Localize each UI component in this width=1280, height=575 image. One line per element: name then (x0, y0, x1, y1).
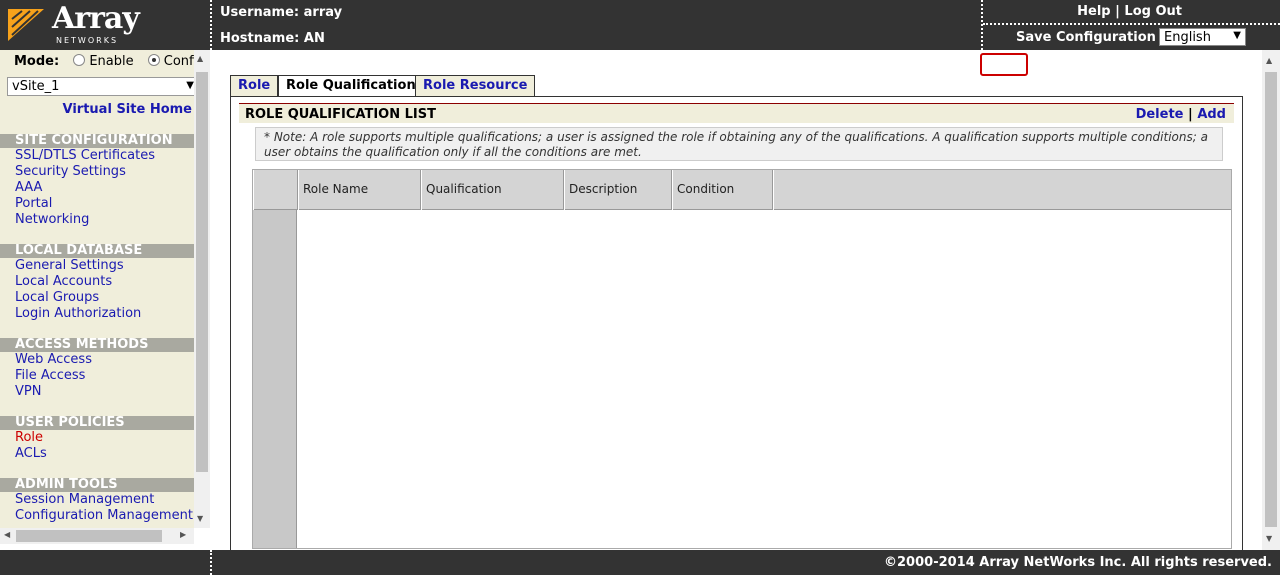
nav-security-settings[interactable]: Security Settings (15, 164, 126, 180)
username-value: array (303, 5, 343, 20)
tab-role-qualification[interactable]: Role Qualification (278, 75, 424, 98)
mode-selector: Mode: Enable Config (14, 54, 194, 69)
nav-web-access[interactable]: Web Access (15, 352, 92, 368)
dropdown-arrow-icon: ▼ (186, 80, 194, 91)
nav-local-accounts[interactable]: Local Accounts (15, 274, 112, 290)
list-title: ROLE QUALIFICATION LIST (245, 107, 436, 122)
header-links: Help | Log Out (1077, 4, 1182, 19)
logo-subtext: NETWORKS (56, 36, 119, 45)
mode-label: Mode: (14, 54, 60, 69)
tab-role-resource[interactable]: Role Resource (415, 75, 536, 97)
nav-acls[interactable]: ACLs (15, 446, 47, 462)
header-divider (210, 0, 212, 50)
list-header-bar: ROLE QUALIFICATION LIST Delete | Add (239, 103, 1234, 123)
nav-networking[interactable]: Networking (15, 212, 89, 228)
hostname-display: Hostname: AN (220, 31, 325, 46)
section-access-methods: ACCESS METHODS (0, 338, 194, 352)
nav-ssl-dtls-certificates[interactable]: SSL/DTLS Certificates (15, 148, 155, 164)
scroll-up-icon[interactable]: ▲ (1266, 56, 1272, 65)
mode-config-label: Config (163, 54, 194, 69)
scroll-down-icon[interactable]: ▼ (197, 514, 203, 523)
nav-vpn[interactable]: VPN (15, 384, 41, 400)
role-qualification-panel: ROLE QUALIFICATION LIST Delete | Add * N… (230, 96, 1243, 556)
nav-aaa[interactable]: AAA (15, 180, 42, 196)
scrollbar-thumb[interactable] (1265, 72, 1277, 527)
logout-link[interactable]: Log Out (1124, 4, 1182, 19)
column-qualification[interactable]: Qualification (421, 170, 564, 210)
section-admin-tools: ADMIN TOOLS (0, 478, 194, 492)
action-separator: | (1188, 107, 1193, 122)
username-display: Username: array (220, 5, 342, 20)
nav-general-settings[interactable]: General Settings (15, 258, 124, 274)
hostname-value: AN (303, 31, 325, 46)
sidebar-horizontal-scrollbar[interactable]: ◀ ▶ (0, 528, 194, 544)
column-role-name[interactable]: Role Name (298, 170, 421, 210)
hostname-label: Hostname: (220, 31, 300, 46)
column-description[interactable]: Description (564, 170, 672, 210)
main-vertical-scrollbar[interactable]: ▲ ▼ (1262, 50, 1280, 550)
section-local-database: LOCAL DATABASE (0, 244, 194, 258)
scrollbar-thumb[interactable] (16, 530, 162, 542)
save-configuration-link[interactable]: Save Configuration (1016, 30, 1156, 45)
qualification-table: Role Name Qualification Description Cond… (252, 169, 1232, 549)
footer: ©2000-2014 Array NetWorks Inc. All right… (0, 550, 1280, 575)
nav-local-groups[interactable]: Local Groups (15, 290, 99, 306)
scrollbar-thumb[interactable] (196, 72, 208, 472)
list-actions: Delete | Add (1136, 107, 1226, 122)
footer-divider (210, 550, 212, 575)
sidebar: Mode: Enable Config vSite_1 ▼ Virtual Si… (0, 50, 210, 550)
sidebar-vertical-scrollbar[interactable]: ▲ ▼ (194, 50, 210, 528)
scroll-left-icon[interactable]: ◀ (4, 530, 10, 539)
section-user-policies: USER POLICIES (0, 416, 194, 430)
language-selected: English (1164, 30, 1211, 45)
nav-login-authorization[interactable]: Login Authorization (15, 306, 141, 322)
username-label: Username: (220, 5, 300, 20)
nav-role[interactable]: Role (15, 430, 43, 446)
nav-portal[interactable]: Portal (15, 196, 52, 212)
mode-config-radio[interactable] (147, 54, 160, 66)
qualification-note: * Note: A role supports multiple qualifi… (255, 127, 1223, 161)
nav-file-access[interactable]: File Access (15, 368, 85, 384)
sidebar-panel: Mode: Enable Config vSite_1 ▼ Virtual Si… (0, 50, 194, 528)
tab-role[interactable]: Role (230, 75, 279, 97)
scroll-up-icon[interactable]: ▲ (197, 54, 203, 63)
scroll-down-icon[interactable]: ▼ (1266, 534, 1272, 543)
section-site-configuration: SITE CONFIGURATION (0, 134, 194, 148)
add-button[interactable]: Add (1197, 107, 1226, 122)
table-header: Role Name Qualification Description Cond… (253, 170, 1231, 210)
virtual-site-selected: vSite_1 (12, 79, 60, 94)
array-networks-logo: Array NETWORKS (8, 1, 158, 45)
column-filler (773, 170, 1231, 210)
virtual-site-select[interactable]: vSite_1 ▼ (7, 77, 194, 96)
row-select-header[interactable] (253, 170, 298, 210)
dropdown-arrow-icon: ▼ (1233, 30, 1241, 41)
scroll-right-icon[interactable]: ▶ (180, 530, 186, 539)
link-separator: | (1115, 4, 1120, 19)
mode-enable-radio[interactable] (73, 54, 86, 66)
top-header: Array NETWORKS Username: array Hostname:… (0, 0, 1280, 50)
row-header-column (253, 170, 297, 548)
language-select[interactable]: English ▼ (1159, 28, 1246, 46)
help-link[interactable]: Help (1077, 4, 1110, 19)
header-divider-right (981, 0, 983, 50)
main-content: Role Role Qualification Role Resource RO… (214, 50, 1280, 556)
delete-button[interactable]: Delete (1136, 107, 1184, 122)
copyright-text: ©2000-2014 Array NetWorks Inc. All right… (884, 555, 1272, 570)
header-right-divider (983, 23, 1280, 25)
column-condition[interactable]: Condition (672, 170, 773, 210)
logo-mark-icon (8, 9, 44, 41)
nav-configuration-management[interactable]: Configuration Management (15, 508, 193, 524)
nav-session-management[interactable]: Session Management (15, 492, 154, 508)
mode-enable-label: Enable (89, 54, 134, 69)
virtual-site-home-link[interactable]: Virtual Site Home (63, 102, 192, 117)
add-button-highlight (980, 53, 1028, 76)
logo-wordmark: Array (52, 1, 140, 36)
